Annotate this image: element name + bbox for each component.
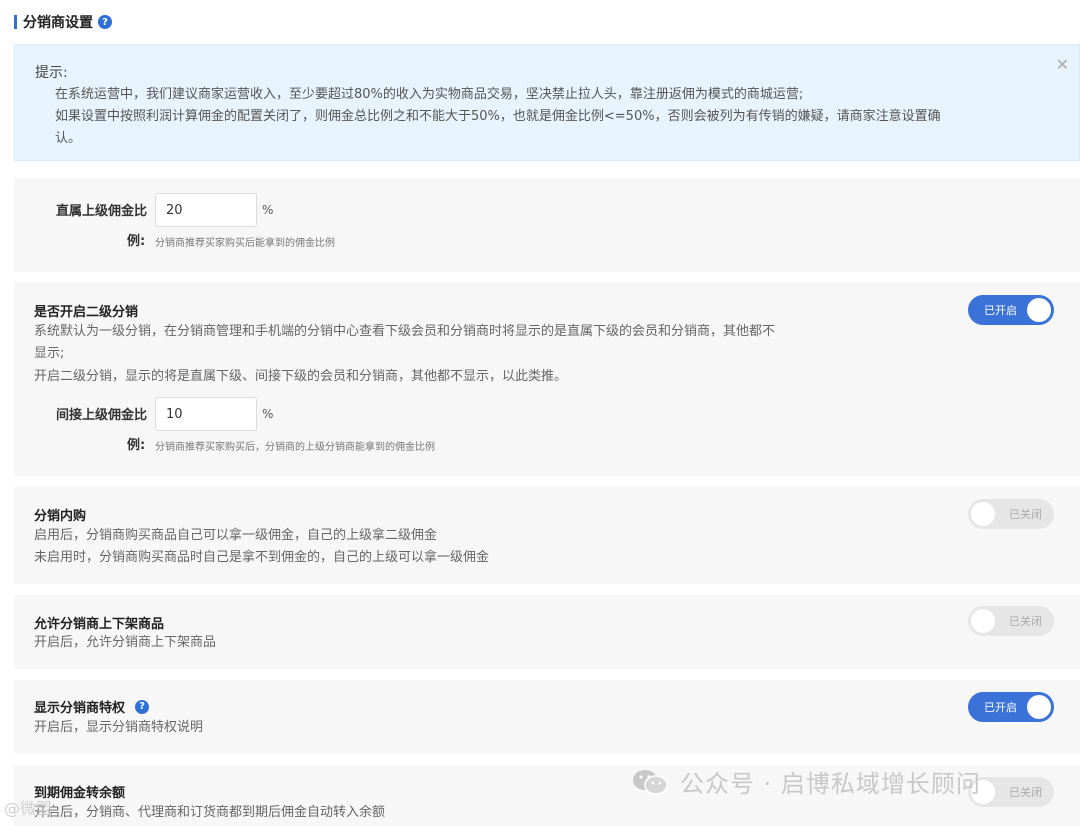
- shelf-desc: 开启后，允许分销商上下架商品: [34, 635, 217, 650]
- toggle-knob: [1027, 695, 1051, 719]
- level2-desc: 显示;: [34, 346, 65, 361]
- privilege-desc: 开启后，显示分销商特权说明: [34, 720, 204, 735]
- toggle-label: 已开启: [984, 701, 1017, 714]
- notice-line: 认。: [55, 131, 82, 146]
- title-accent-bar: [14, 15, 17, 29]
- inner-purchase-card: 分销内购 启用后，分销商购买商品自己可以拿一级佣金，自己的上级拿二级佣金 未启用…: [14, 486, 1080, 584]
- watermark-text: 公众号 · 启博私域增长顾问: [680, 770, 981, 798]
- indirect-commission-label-end: 例:: [127, 438, 146, 453]
- level2-desc: 系统默认为一级分销，在分销商管理和手机端的分销中心查看下级会员和分销商时将显示的…: [34, 324, 776, 339]
- section-header: 分销商设置 ?: [14, 12, 112, 32]
- direct-commission-label-end: 例:: [127, 234, 146, 249]
- question-icon[interactable]: ?: [98, 15, 112, 29]
- watermark: 公众号 · 启博私域增长顾问: [632, 764, 981, 799]
- level2-card: 是否开启二级分销 系统默认为一级分销，在分销商管理和手机端的分销中心查看下级会员…: [14, 282, 1080, 476]
- inner-purchase-desc: 未启用时，分销商购买商品时自己是拿不到佣金的，自己的上级可以拿一级佣金: [34, 550, 490, 565]
- privilege-card: 显示分销商特权 ? 开启后，显示分销商特权说明 已开启: [14, 680, 1080, 754]
- question-icon[interactable]: ?: [135, 699, 150, 714]
- direct-commission-card: 直属上级佣金比 例: % 分销商推荐买家购买后能拿到的佣金比例: [14, 178, 1080, 272]
- close-icon[interactable]: ✕: [1056, 55, 1069, 74]
- toggle-knob: [1027, 298, 1051, 322]
- wechat-icon: [633, 769, 668, 795]
- indirect-commission-unit: %: [262, 407, 274, 421]
- privilege-toggle[interactable]: 已开启: [968, 692, 1054, 722]
- shelf-card: 允许分销商上下架商品 开启后，允许分销商上下架商品 已关闭: [14, 595, 1080, 669]
- toggle-label: 已开启: [984, 304, 1017, 317]
- notice-title: 提示:: [35, 65, 68, 81]
- notice-banner: 提示: 在系统运营中，我们建议商家运营收入，至少要超过80%的收入为实物商品交易…: [14, 44, 1080, 161]
- indirect-commission-help: 分销商推荐买家购买后，分销商的上级分销商能拿到的佣金比例: [155, 442, 435, 453]
- privilege-title-row: 显示分销商特权 ?: [34, 697, 150, 716]
- toggle-knob: [971, 609, 995, 633]
- inner-purchase-title: 分销内购: [34, 509, 87, 524]
- direct-commission-label: 直属上级佣金比: [56, 204, 148, 219]
- toggle-label: 已关闭: [1009, 508, 1042, 521]
- indirect-commission-input[interactable]: [155, 397, 257, 431]
- expire-desc: 开启后，分销商、代理商和订货商都到期后佣金自动转入余额: [34, 805, 386, 820]
- level2-title: 是否开启二级分销: [34, 305, 139, 320]
- level2-desc: 开启二级分销，显示的将是直属下级、间接下级的会员和分销商，其他都不显示，以此类推…: [34, 369, 568, 384]
- privilege-title: 显示分销商特权: [34, 701, 126, 716]
- page-title: 分销商设置: [23, 15, 93, 31]
- level2-toggle[interactable]: 已开启: [968, 295, 1054, 325]
- toggle-knob: [971, 502, 995, 526]
- expire-toggle[interactable]: 已关闭: [968, 777, 1054, 807]
- inner-purchase-toggle[interactable]: 已关闭: [968, 499, 1054, 529]
- direct-commission-input[interactable]: [155, 193, 257, 227]
- notice-line: 在系统运营中，我们建议商家运营收入，至少要超过80%的收入为实物商品交易，坚决禁…: [55, 87, 804, 102]
- toggle-label: 已关闭: [1009, 786, 1042, 799]
- shelf-toggle[interactable]: 已关闭: [968, 606, 1054, 636]
- toggle-label: 已关闭: [1009, 615, 1042, 628]
- watermark-corner: @微盟: [4, 799, 53, 818]
- indirect-commission-label: 间接上级佣金比: [56, 408, 148, 423]
- inner-purchase-desc: 启用后，分销商购买商品自己可以拿一级佣金，自己的上级拿二级佣金: [34, 528, 438, 543]
- shelf-title: 允许分销商上下架商品: [34, 617, 165, 632]
- notice-line: 如果设置中按照利润计算佣金的配置关闭了，则佣金总比例之和不能大于50%，也就是佣…: [55, 109, 941, 124]
- direct-commission-unit: %: [262, 203, 274, 217]
- direct-commission-help: 分销商推荐买家购买后能拿到的佣金比例: [155, 238, 335, 249]
